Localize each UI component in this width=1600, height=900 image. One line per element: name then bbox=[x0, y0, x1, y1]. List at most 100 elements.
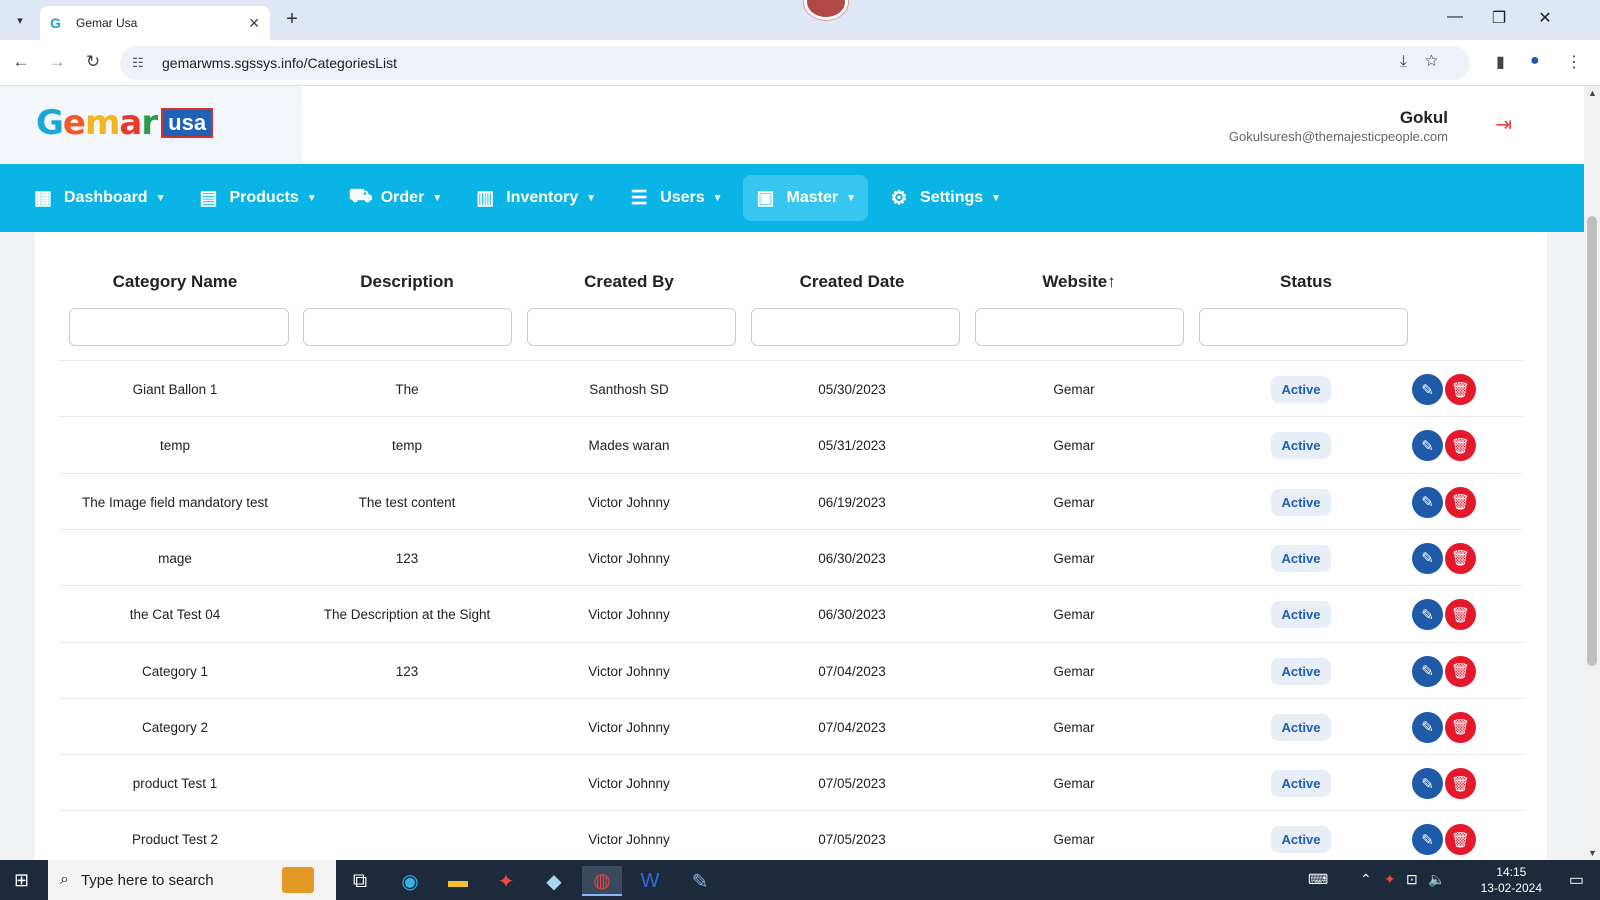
new-tab-button[interactable]: + bbox=[280, 8, 304, 32]
cell-category-name: Category 2 bbox=[141, 719, 209, 735]
cell-created-date: 07/04/2023 bbox=[818, 719, 886, 735]
cell-category-name: The Image field mandatory test bbox=[81, 494, 269, 510]
nav-products[interactable]: ▤ Products ▼ bbox=[185, 175, 328, 221]
delete-button[interactable]: 🗑 bbox=[1445, 655, 1476, 687]
nav-settings[interactable]: ⚙ Settings ▼ bbox=[876, 175, 1013, 221]
nav-master[interactable]: ▣ Master ▼ bbox=[742, 175, 869, 221]
scrollbar-thumb[interactable] bbox=[1587, 216, 1597, 666]
cell-created-date: 07/04/2023 bbox=[818, 663, 886, 679]
nav-inventory[interactable]: ▥ Inventory ▼ bbox=[462, 175, 608, 221]
col-description[interactable]: Description bbox=[291, 272, 523, 292]
network-icon[interactable]: ⊡ bbox=[1406, 871, 1418, 888]
scroll-up-icon[interactable]: ▲ bbox=[1588, 88, 1597, 98]
url-input[interactable]: ☷ gemarwms.sgssys.info/CategoriesList ⤓☆ bbox=[120, 46, 1470, 80]
nav-label: Order bbox=[380, 189, 425, 206]
filter-created-date-input[interactable] bbox=[751, 308, 960, 346]
edit-button[interactable]: ✎ bbox=[1412, 599, 1443, 631]
trash-icon: 🗑 bbox=[1450, 606, 1471, 624]
filter-status-input[interactable] bbox=[1199, 308, 1408, 346]
col-status[interactable]: Status bbox=[1190, 272, 1422, 292]
trash-icon: 🗑 bbox=[1450, 663, 1471, 680]
windows-start-icon[interactable]: ⊞ bbox=[14, 870, 29, 891]
file-explorer-icon[interactable]: ▬ bbox=[438, 866, 478, 896]
delete-button[interactable]: 🗑 bbox=[1445, 374, 1476, 405]
minimize-icon[interactable]: — bbox=[1440, 8, 1470, 26]
browser-tab[interactable]: G Gemar Usa ✕ bbox=[40, 6, 270, 40]
col-category-name[interactable]: Category Name bbox=[59, 272, 291, 292]
keyboard-icon[interactable]: ⌨ bbox=[1308, 871, 1328, 888]
col-created-by[interactable]: Created By bbox=[513, 272, 745, 292]
settings-icon: ⚙ bbox=[890, 187, 908, 209]
gemar-logo[interactable]: Gemar usa bbox=[36, 103, 214, 143]
taskbar-clock[interactable]: 14:15 13-02-2024 bbox=[1481, 864, 1542, 896]
cell-status: Active bbox=[1185, 361, 1417, 418]
search-placeholder: Type here to search bbox=[80, 871, 214, 889]
reload-icon[interactable]: ↻ bbox=[82, 52, 104, 72]
cell-created-by: Mades waran bbox=[588, 438, 670, 454]
nav-users[interactable]: ☰ Users ▼ bbox=[616, 175, 734, 221]
page-scrollbar[interactable]: ▲ ▼ bbox=[1584, 86, 1600, 860]
edit-button[interactable]: ✎ bbox=[1412, 374, 1443, 405]
logout-icon[interactable]: ⇥ bbox=[1495, 112, 1512, 137]
site-info-icon[interactable]: ☷ bbox=[132, 55, 152, 71]
nav-order[interactable]: ⛟ Order ▼ bbox=[337, 175, 454, 221]
back-icon[interactable]: ← bbox=[10, 52, 32, 72]
delete-button[interactable]: 🗑 bbox=[1445, 486, 1476, 518]
recording-indicator bbox=[804, 0, 848, 20]
edit-button[interactable]: ✎ bbox=[1412, 542, 1443, 574]
chevron-down-icon: ▼ bbox=[306, 192, 317, 204]
task-view-icon[interactable]: ⧉ bbox=[340, 866, 380, 896]
nav-dashboard[interactable]: ▦ Dashboard ▼ bbox=[20, 175, 177, 221]
pencil-icon: ✎ bbox=[1421, 437, 1434, 455]
profile-icon[interactable]: ● bbox=[1530, 52, 1540, 70]
nav-label: Master bbox=[786, 189, 839, 206]
filter-description-input[interactable] bbox=[303, 308, 512, 346]
col-website[interactable]: Website↑ bbox=[963, 272, 1195, 292]
notification-icon[interactable]: ▭ bbox=[1569, 870, 1584, 890]
delete-button[interactable]: 🗑 bbox=[1445, 430, 1476, 462]
cell-category-name: the Cat Test 04 bbox=[129, 607, 221, 623]
tab-search-dropdown-icon[interactable]: ▾ bbox=[8, 8, 32, 32]
col-created-date[interactable]: Created Date bbox=[736, 272, 968, 292]
sidepanel-icon[interactable]: ▮ bbox=[1496, 52, 1505, 72]
cell-created-by: Victor Johnny bbox=[588, 550, 670, 566]
edit-button[interactable]: ✎ bbox=[1412, 486, 1443, 518]
delete-button[interactable]: 🗑 bbox=[1445, 768, 1476, 800]
restore-icon[interactable]: ❐ bbox=[1484, 8, 1514, 28]
main-nav: ▦ Dashboard ▼ ▤ Products ▼ ⛟ Order ▼ ▥ I… bbox=[0, 164, 1584, 232]
tray-chevron-icon[interactable]: ⌃ bbox=[1360, 871, 1372, 888]
chevron-down-icon: ▼ bbox=[586, 192, 597, 204]
cell-description: The Description at the Sight bbox=[323, 607, 491, 623]
window-close-icon[interactable]: ✕ bbox=[1530, 8, 1560, 28]
chrome-icon[interactable]: ◍ bbox=[582, 866, 622, 896]
notes-icon[interactable]: ◆ bbox=[534, 866, 574, 896]
cell-category-name: temp bbox=[159, 438, 190, 454]
delete-button[interactable]: 🗑 bbox=[1445, 542, 1476, 574]
edge-icon[interactable]: ◉ bbox=[390, 866, 430, 896]
delete-button[interactable]: 🗑 bbox=[1445, 599, 1476, 631]
edit-button[interactable]: ✎ bbox=[1412, 430, 1443, 462]
edit-button[interactable]: ✎ bbox=[1412, 711, 1443, 743]
filter-created-by-input[interactable] bbox=[527, 308, 736, 346]
delete-button[interactable]: 🗑 bbox=[1445, 711, 1476, 743]
app-icon[interactable]: ✦ bbox=[486, 866, 526, 896]
edit-button[interactable]: ✎ bbox=[1412, 768, 1443, 800]
edit-button[interactable]: ✎ bbox=[1412, 655, 1443, 687]
filter-category-name-input[interactable] bbox=[69, 308, 289, 346]
taskbar: ⊞ ⌕ Type here to search ⧉ ◉ ▬ ✦ ◆ ◍ W ✎ … bbox=[0, 860, 1600, 900]
forward-icon[interactable]: → bbox=[46, 52, 68, 72]
tool-icon[interactable]: ✎ bbox=[680, 866, 720, 896]
taskbar-search-input[interactable]: ⌕ Type here to search bbox=[48, 860, 336, 900]
delete-button[interactable]: 🗑 bbox=[1445, 824, 1476, 856]
install-icon[interactable]: ⤓☆ bbox=[1400, 53, 1456, 71]
word-icon[interactable]: W bbox=[630, 866, 670, 896]
tab-close-icon[interactable]: ✕ bbox=[248, 15, 260, 32]
volume-icon[interactable]: 🔈 bbox=[1428, 871, 1445, 888]
menu-icon[interactable]: ⋮ bbox=[1566, 52, 1582, 72]
cell-created-by: Victor Johnny bbox=[588, 719, 670, 735]
edit-button[interactable]: ✎ bbox=[1412, 824, 1443, 856]
col-website-label: Website bbox=[1042, 272, 1108, 291]
filter-website-input[interactable] bbox=[975, 308, 1184, 346]
tray-app-icon[interactable]: ✦ bbox=[1384, 871, 1396, 888]
scroll-down-icon[interactable]: ▼ bbox=[1588, 848, 1597, 858]
